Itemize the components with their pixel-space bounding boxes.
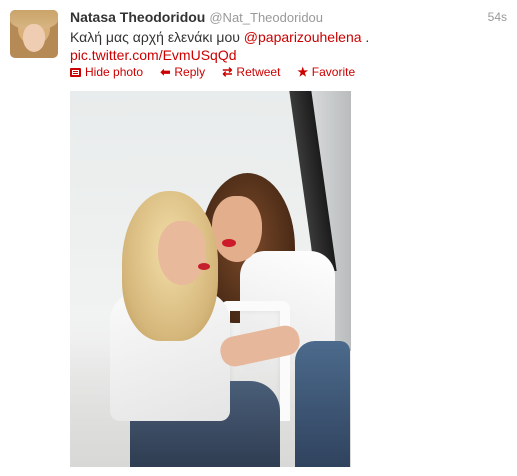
- retweet-icon: ⇄: [222, 65, 233, 79]
- person-right-face: [212, 196, 262, 262]
- tweet-header: Natasa Theodoridou @Nat_Theodoridou: [70, 9, 510, 27]
- favorite-label: Favorite: [311, 65, 356, 79]
- hide-photo-button[interactable]: Hide photo: [70, 65, 143, 79]
- photo-link[interactable]: pic.twitter.com/EvmUSqQd: [70, 47, 237, 63]
- reply-label: Reply: [174, 65, 206, 79]
- tweet-text: Καλή μας αρχή ελενάκι μου @paparizouhele…: [70, 28, 500, 64]
- favorite-button[interactable]: ★ Favorite: [297, 65, 355, 79]
- star-icon: ★: [297, 65, 309, 79]
- tweet-photo[interactable]: [70, 91, 351, 467]
- tweet-text-body: Καλή μας αρχή ελενάκι μου: [70, 29, 244, 45]
- username[interactable]: @Nat_Theodoridou: [209, 10, 323, 25]
- timestamp[interactable]: 54s: [488, 10, 507, 24]
- avatar-face: [23, 24, 45, 52]
- fullname[interactable]: Natasa Theodoridou: [70, 9, 205, 25]
- photo-icon: [70, 68, 81, 77]
- hide-photo-label: Hide photo: [85, 65, 144, 79]
- retweet-label: Retweet: [236, 65, 281, 79]
- person-right-lips: [222, 239, 236, 247]
- retweet-button[interactable]: ⇄ Retweet: [221, 65, 280, 79]
- mention-link[interactable]: @paparizouhelena: [244, 29, 362, 45]
- avatar[interactable]: [10, 10, 58, 58]
- tweet: Natasa Theodoridou @Nat_Theodoridou 54s Κ…: [0, 0, 517, 476]
- reply-button[interactable]: ⬅ Reply: [159, 65, 205, 79]
- person-right-jeans: [295, 341, 350, 467]
- reply-icon: ⬅: [160, 65, 171, 79]
- person-left-face: [158, 221, 206, 285]
- tweet-actions: Hide photo ⬅ Reply ⇄ Retweet ★ Favorite: [70, 65, 368, 81]
- person-left-lips: [198, 263, 210, 270]
- tweet-text-suffix: .: [361, 29, 370, 45]
